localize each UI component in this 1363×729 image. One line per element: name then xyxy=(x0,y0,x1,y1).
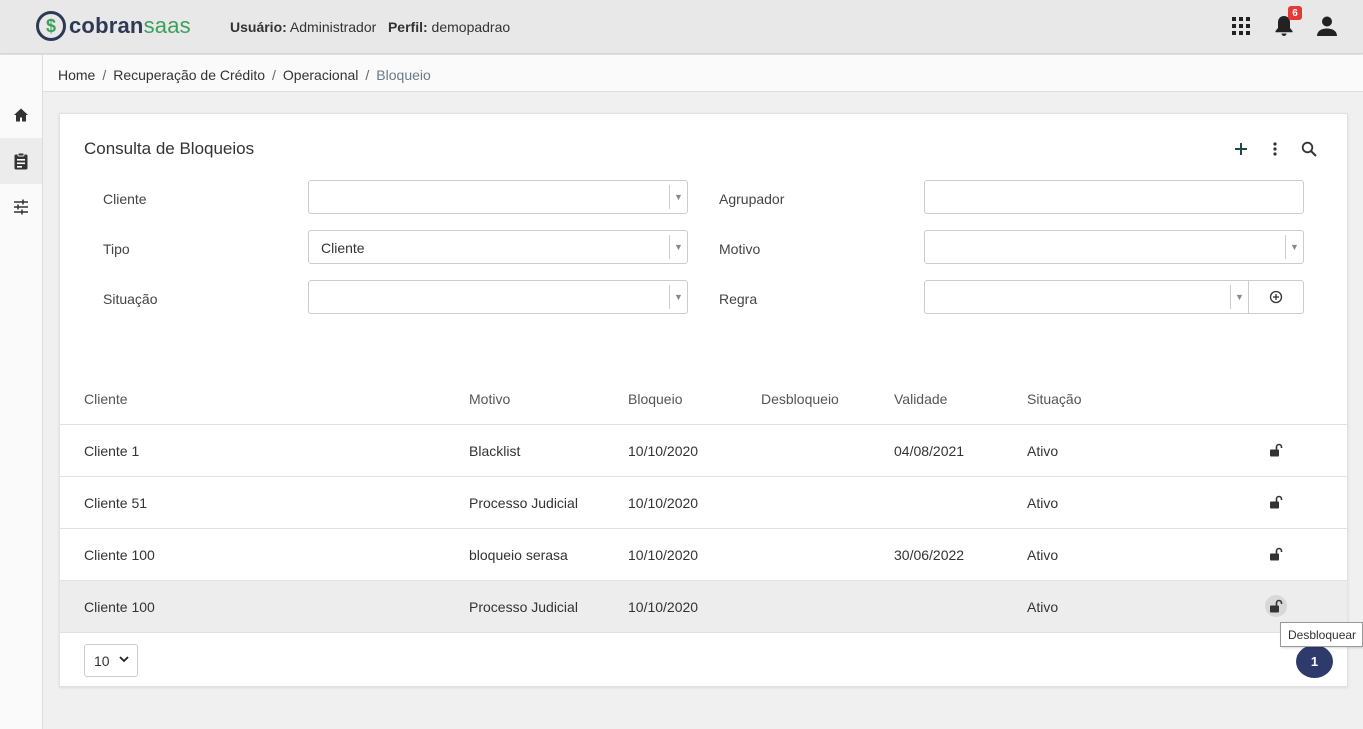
unlock-button[interactable] xyxy=(1265,439,1287,461)
sidebar-item-clipboard[interactable] xyxy=(0,138,42,184)
unlock-button[interactable] xyxy=(1265,543,1287,565)
page-size-select[interactable]: 10 xyxy=(84,644,138,677)
dropdown-arrow-icon: ▼ xyxy=(669,235,687,259)
motivo-label: Motivo xyxy=(719,241,761,257)
unlock-button[interactable] xyxy=(1265,491,1287,513)
profile-value: demopadrao xyxy=(431,19,511,35)
breadcrumb-home[interactable]: Home xyxy=(58,67,95,83)
agrupador-label: Agrupador xyxy=(719,191,785,207)
column-header-bloqueio[interactable]: Bloqueio xyxy=(628,391,683,407)
column-header-desbloqueio[interactable]: Desbloqueio xyxy=(761,391,839,407)
situacao-label: Situação xyxy=(103,291,158,307)
column-header-situacao[interactable]: Situação xyxy=(1027,391,1081,407)
cliente-label: Cliente xyxy=(103,191,147,207)
user-info: Usuário: Administrador Perfil: demopadra… xyxy=(230,19,510,35)
unlock-icon xyxy=(1270,599,1283,613)
dropdown-arrow-icon: ▼ xyxy=(669,185,687,209)
unlock-icon xyxy=(1270,443,1283,457)
dropdown-arrow-icon: ▼ xyxy=(669,285,687,309)
situacao-select[interactable]: ▼ xyxy=(308,280,688,314)
agrupador-input[interactable] xyxy=(924,180,1304,214)
table-row[interactable]: Cliente 1 Blacklist 10/10/2020 04/08/202… xyxy=(60,424,1347,476)
page-title: Consulta de Bloqueios xyxy=(84,139,255,158)
profile-label: Perfil: xyxy=(387,19,428,35)
column-header-cliente[interactable]: Cliente xyxy=(84,391,128,407)
cliente-select[interactable]: ▼ xyxy=(308,180,688,214)
chevron-down-icon xyxy=(119,656,129,663)
notification-badge: 6 xyxy=(1288,6,1302,20)
tipo-label: Tipo xyxy=(103,241,130,257)
top-bar: $ cobransaas Usuário: Administrador Perf… xyxy=(0,0,1363,54)
logo-text-b: saas xyxy=(143,13,191,38)
more-vertical-icon xyxy=(1273,142,1277,156)
unlock-tooltip: Desbloquear xyxy=(1280,622,1363,647)
add-circle-icon xyxy=(1269,290,1283,304)
breadcrumb: Home / Recuperação de Crédito / Operacional /… xyxy=(43,55,1363,92)
sidebar-item-home[interactable] xyxy=(0,92,42,138)
user-value: Administrador xyxy=(289,19,377,35)
breadcrumb-operacional[interactable]: Operacional xyxy=(283,67,359,83)
table-row[interactable]: Cliente 51 Processo Judicial 10/10/2020 … xyxy=(60,476,1347,528)
page-button-current[interactable]: 1 xyxy=(1296,645,1333,678)
table-bottom-divider xyxy=(60,632,1347,633)
more-options-button[interactable] xyxy=(1265,139,1285,159)
dropdown-arrow-icon: ▼ xyxy=(1230,285,1248,309)
sliders-icon xyxy=(14,199,28,215)
notifications-bell-icon[interactable]: 6 xyxy=(1272,6,1302,38)
motivo-select[interactable]: ▼ xyxy=(924,230,1304,264)
user-label: Usuário: xyxy=(230,19,287,35)
logo-icon: $ xyxy=(36,11,66,41)
unlock-icon xyxy=(1270,495,1283,509)
breadcrumb-recuperacao[interactable]: Recuperação de Crédito xyxy=(113,67,265,83)
unlock-icon xyxy=(1270,547,1283,561)
breadcrumb-current: Bloqueio xyxy=(376,67,431,83)
search-icon xyxy=(1301,141,1317,157)
dropdown-arrow-icon: ▼ xyxy=(1285,235,1303,259)
sidebar xyxy=(0,55,43,729)
table-row[interactable]: Cliente 100 Processo Judicial 10/10/2020… xyxy=(60,580,1347,632)
column-header-motivo[interactable]: Motivo xyxy=(469,391,510,407)
plus-icon xyxy=(1235,143,1247,155)
regra-add-button[interactable] xyxy=(1248,281,1303,313)
table-row[interactable]: Cliente 100 bloqueio serasa 10/10/2020 3… xyxy=(60,528,1347,580)
tipo-value: Cliente xyxy=(321,240,365,256)
regra-select[interactable]: ▼ xyxy=(924,280,1304,314)
clipboard-icon xyxy=(14,152,28,170)
tipo-select[interactable]: Cliente ▼ xyxy=(308,230,688,264)
sidebar-item-settings-sliders[interactable] xyxy=(0,184,42,230)
search-button[interactable] xyxy=(1299,139,1319,159)
logo[interactable]: $ cobransaas xyxy=(36,9,191,43)
search-card: Consulta de Bloqueios Cliente ▼ Agrupado… xyxy=(59,113,1348,687)
user-account-icon[interactable] xyxy=(1315,14,1339,38)
unlock-button[interactable] xyxy=(1265,595,1287,617)
add-button[interactable] xyxy=(1231,139,1251,159)
logo-text-a: cobran xyxy=(69,13,144,38)
column-header-validade[interactable]: Validade xyxy=(894,391,947,407)
apps-grid-icon[interactable] xyxy=(1229,14,1253,38)
regra-label: Regra xyxy=(719,291,758,307)
home-icon xyxy=(14,108,28,122)
